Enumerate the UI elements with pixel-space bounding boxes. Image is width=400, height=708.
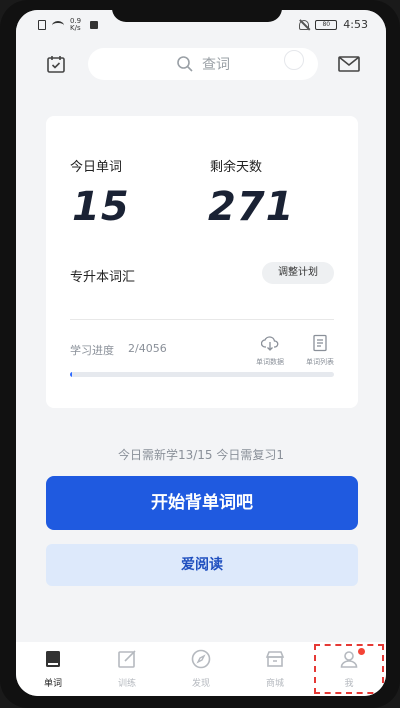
- study-card: 今日单词 剩余天数 15 271 专升本词汇 调整计划 学习进度 2/4056 …: [46, 116, 358, 408]
- list-doc-icon: [313, 334, 327, 352]
- cloud-download-icon: [260, 336, 279, 351]
- word-data-label: 单词数据: [256, 358, 284, 366]
- nav-label: 单词: [43, 679, 62, 689]
- nav-item-training[interactable]: 训练: [90, 642, 164, 696]
- wifi-icon: [52, 20, 64, 30]
- floating-button[interactable]: [284, 50, 304, 70]
- nav-item-me[interactable]: 我: [312, 642, 386, 696]
- bottom-nav: 单词 训练 发现 商城 我: [16, 642, 386, 696]
- store-icon: [265, 651, 285, 667]
- search-input[interactable]: 查词: [88, 48, 318, 80]
- mute-icon: [299, 19, 310, 30]
- mail-icon[interactable]: [338, 56, 360, 72]
- today-words-value: 15: [72, 184, 130, 230]
- calendar-check-icon[interactable]: [46, 54, 66, 74]
- edit-icon: [118, 650, 136, 668]
- search-icon: [177, 56, 193, 72]
- word-list-button[interactable]: 单词列表: [300, 334, 340, 367]
- today-words-label: 今日单词: [70, 160, 123, 175]
- phone-frame: 0.9 K/s 80 4:53 查词 今日单词 剩余天数 15 271 专升本词…: [0, 0, 400, 708]
- notification-icon: [90, 21, 98, 29]
- days-left-label: 剩余天数: [210, 160, 263, 175]
- daily-summary: 今日需新学13/15 今日需复习1: [117, 448, 285, 462]
- nav-label: 发现: [191, 679, 210, 689]
- notification-badge: [358, 648, 365, 655]
- days-left-value: 271: [208, 184, 295, 230]
- battery-icon: 80: [315, 19, 338, 30]
- nav-label: 训练: [117, 679, 136, 689]
- book-icon: [46, 651, 60, 667]
- sim-icon: [38, 20, 46, 30]
- divider: [70, 319, 334, 320]
- network-speed: 0.9 K/s: [70, 17, 82, 32]
- word-data-button[interactable]: 单词数据: [250, 334, 290, 367]
- clock: 4:53: [343, 18, 368, 31]
- nav-item-words[interactable]: 单词: [16, 642, 90, 696]
- camera-notch: [112, 10, 282, 22]
- progress-fill: [70, 372, 73, 377]
- nav-item-store[interactable]: 商城: [238, 642, 312, 696]
- word-list-label: 单词列表: [306, 358, 334, 366]
- vocab-book-name: 专升本词汇: [70, 270, 136, 285]
- status-bar: 0.9 K/s 80 4:53: [16, 10, 386, 40]
- progress-value: 2/4056: [128, 342, 167, 355]
- love-reading-button[interactable]: 爱阅读: [46, 544, 358, 586]
- search-placeholder: 查词: [202, 57, 230, 73]
- compass-icon: [191, 649, 211, 669]
- tap-highlight: [314, 644, 384, 694]
- start-memorize-button[interactable]: 开始背单词吧: [46, 476, 358, 530]
- nav-item-discover[interactable]: 发现: [164, 642, 238, 696]
- progress-bar: [70, 372, 334, 377]
- adjust-plan-button[interactable]: 调整计划: [262, 262, 334, 284]
- nav-label: 商城: [265, 679, 284, 689]
- progress-label: 学习进度: [70, 344, 114, 357]
- screen: 0.9 K/s 80 4:53 查词 今日单词 剩余天数 15 271 专升本词…: [16, 10, 386, 696]
- header: 查词: [16, 46, 386, 82]
